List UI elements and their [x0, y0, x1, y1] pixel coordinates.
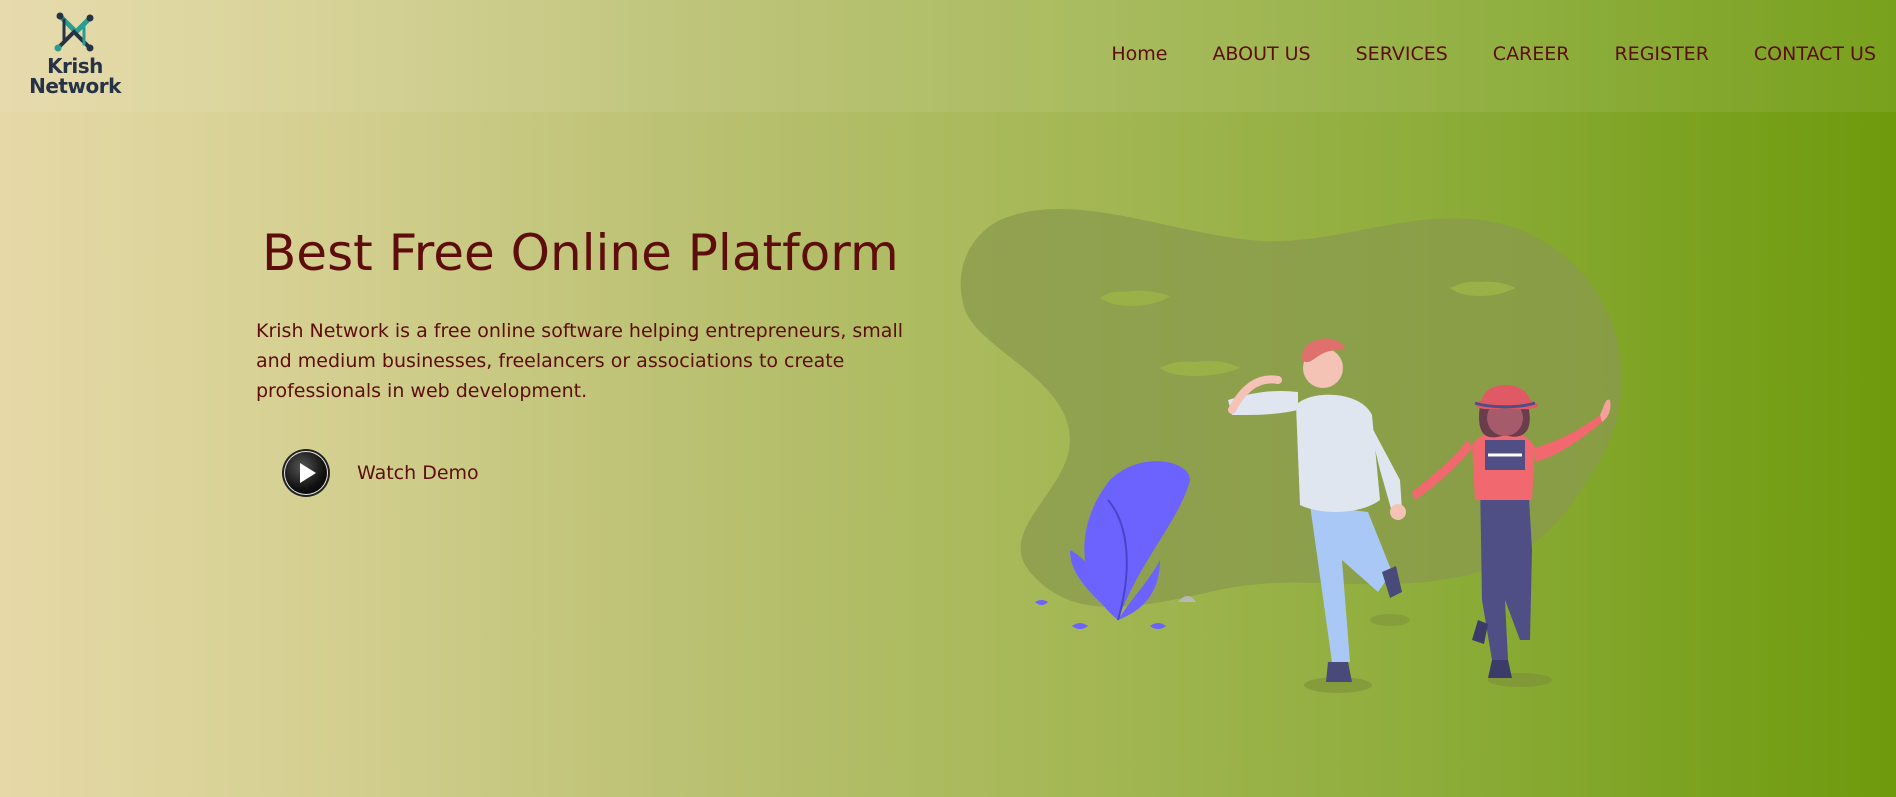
brand-name: Krish Network — [26, 56, 124, 96]
nav-contact-us[interactable]: CONTACT US — [1754, 43, 1876, 65]
play-icon[interactable] — [285, 452, 327, 494]
hero-description: Krish Network is a free online software … — [256, 320, 904, 402]
watch-demo-label: Watch Demo — [357, 462, 479, 484]
site-header: Krish Network Home ABOUT US SERVICES CAR… — [0, 0, 1896, 112]
krish-network-logo-icon — [54, 12, 94, 52]
nav-career[interactable]: CAREER — [1493, 43, 1570, 65]
nav-about-us[interactable]: ABOUT US — [1212, 43, 1310, 65]
main-nav: Home ABOUT US SERVICES CAREER REGISTER C… — [1066, 43, 1876, 65]
hero-illustration — [960, 200, 1660, 710]
watch-demo-button[interactable]: Watch Demo — [285, 452, 479, 494]
brand-logo[interactable]: Krish Network — [26, 10, 124, 100]
brand-name-line2: Network — [29, 74, 121, 98]
nav-home[interactable]: Home — [1111, 43, 1167, 65]
nav-register[interactable]: REGISTER — [1614, 43, 1708, 65]
hero-title: Best Free Online Platform — [262, 224, 899, 282]
brand-name-line1: Krish — [47, 54, 103, 78]
nav-services[interactable]: SERVICES — [1356, 43, 1448, 65]
